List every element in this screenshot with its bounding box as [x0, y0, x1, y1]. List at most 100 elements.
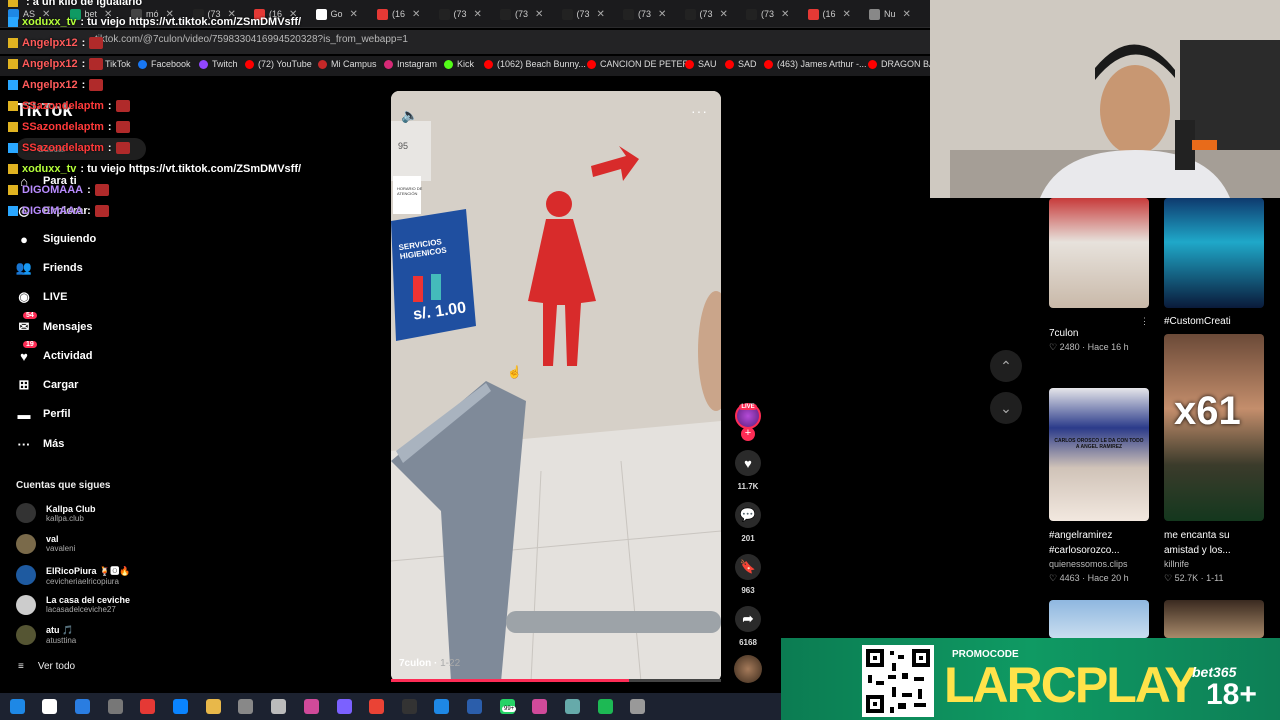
- bookmark-item[interactable]: Kick: [444, 59, 474, 69]
- sidebar-item-más[interactable]: ··· Más: [15, 435, 65, 453]
- bookmark-item[interactable]: Twitch: [199, 59, 238, 69]
- upload-icon: ⊞: [18, 377, 30, 392]
- feed-caption-1[interactable]: 7culon: [1049, 328, 1078, 339]
- next-video-button[interactable]: ⌄: [990, 392, 1022, 424]
- bookmark-item[interactable]: (1062) Beach Bunny...: [484, 59, 586, 69]
- taskbar-app-icon[interactable]: [238, 699, 253, 714]
- follow-plus-icon[interactable]: +: [741, 427, 755, 441]
- bookmark-label: SAU: [698, 59, 717, 69]
- browser-tab[interactable]: (73 ✕: [438, 4, 482, 24]
- sidebar-item-actividad[interactable]: ♥ 19 Actividad: [15, 341, 93, 365]
- tab-favicon-icon: [869, 8, 880, 20]
- previous-video-button[interactable]: ⌃: [990, 350, 1022, 382]
- volume-icon[interactable]: 🔈: [401, 107, 418, 124]
- comment-button[interactable]: 💬 201: [733, 502, 763, 543]
- close-tab-icon[interactable]: ✕: [658, 9, 666, 20]
- taskbar-app-icon[interactable]: [304, 699, 319, 714]
- sidebar-item-perfil[interactable]: ▬ Perfil: [15, 405, 71, 423]
- taskbar-app-icon[interactable]: [565, 699, 580, 714]
- feed-author-4[interactable]: killnife: [1164, 559, 1189, 569]
- taskbar-app-icon[interactable]: [75, 699, 90, 714]
- emote-icon: [89, 79, 104, 91]
- video-author[interactable]: 7culon · 1-22: [399, 658, 460, 669]
- taskbar-app-icon[interactable]: [337, 699, 352, 714]
- taskbar-app-icon[interactable]: [140, 699, 155, 714]
- sidebar-item-mensajes[interactable]: ✉ 54 Mensajes: [15, 312, 93, 336]
- bookmark-favicon-icon: [384, 59, 393, 69]
- taskbar-app-icon[interactable]: [467, 699, 482, 714]
- sound-disc[interactable]: [734, 655, 762, 683]
- following-account[interactable]: Kallpa Club kallpa.club: [16, 503, 96, 523]
- bookmark-item[interactable]: Instagram: [384, 59, 437, 69]
- feed-thumb-6[interactable]: [1164, 600, 1264, 638]
- bookmark-item[interactable]: Mi Campus: [318, 59, 377, 69]
- search-icon[interactable]: [42, 699, 57, 714]
- browser-tab[interactable]: (73 ✕: [561, 4, 605, 24]
- windows-start-icon[interactable]: [10, 699, 25, 714]
- browser-tab[interactable]: Nu ✕: [869, 4, 911, 24]
- feed-caption-2[interactable]: #CustomCreati: [1164, 316, 1231, 327]
- save-button[interactable]: 🔖 963: [733, 554, 763, 595]
- sidebar-item-cargar[interactable]: ⊞ Cargar: [15, 376, 79, 394]
- close-tab-icon[interactable]: ✕: [412, 9, 420, 20]
- feed-thumb-1[interactable]: [1049, 198, 1149, 308]
- taskbar-app-icon[interactable]: [630, 699, 645, 714]
- sidebar-item-live[interactable]: ◉ LIVE: [15, 288, 67, 306]
- taskbar-app-icon[interactable]: [206, 699, 221, 714]
- taskbar-app-icon[interactable]: [532, 699, 547, 714]
- taskbar-app-icon[interactable]: [369, 699, 384, 714]
- feed-thumb-3[interactable]: CARLOS OROSCO LE DA CON TODO A ANGEL RAM…: [1049, 388, 1149, 521]
- bookmark-item[interactable]: CANCION DE PETER: [587, 59, 689, 69]
- chat-username: SSazondelaptm: [22, 100, 104, 112]
- following-account[interactable]: ElRicoPiura 🍹🅾🔥 cevicheriaelricopiura: [16, 564, 130, 586]
- close-tab-icon[interactable]: ✕: [781, 9, 789, 20]
- following-account[interactable]: atu 🎵 atusttina: [16, 625, 76, 645]
- more-options-icon[interactable]: ···: [691, 103, 708, 119]
- close-tab-icon[interactable]: ✕: [474, 9, 482, 20]
- taskbar-app-icon[interactable]: [598, 699, 613, 714]
- browser-tab[interactable]: (73 ✕: [623, 4, 666, 24]
- browser-tab[interactable]: (16 ✕: [807, 4, 851, 24]
- feed-thumb-4[interactable]: x61: [1164, 334, 1264, 521]
- close-tab-icon[interactable]: ✕: [597, 9, 605, 20]
- bookmark-item[interactable]: (463) James Arthur -...: [764, 59, 867, 69]
- feed-thumb-2[interactable]: [1164, 198, 1264, 308]
- video-timestamp: 1-22: [440, 658, 461, 669]
- browser-tab[interactable]: (16 ✕: [377, 4, 420, 24]
- close-tab-icon[interactable]: ✕: [720, 9, 728, 20]
- taskbar-app-icon[interactable]: [173, 699, 188, 714]
- bookmark-item[interactable]: SAD: [725, 59, 757, 69]
- bookmark-item[interactable]: SAU: [685, 59, 717, 69]
- bookmark-item[interactable]: Facebook: [138, 59, 191, 69]
- browser-tab[interactable]: Go ✕: [315, 4, 358, 24]
- share-button[interactable]: ➦ 6168: [733, 606, 763, 647]
- bookmark-item[interactable]: DRAGON BAL: [868, 59, 930, 69]
- close-tab-icon[interactable]: ✕: [843, 9, 851, 20]
- sidebar-item-friends[interactable]: 👥 Friends: [15, 259, 83, 277]
- feed-more-icon-1[interactable]: ⋮: [1140, 316, 1149, 327]
- see-all-button[interactable]: ≡ Ver todo: [18, 661, 75, 672]
- close-tab-icon[interactable]: ✕: [535, 9, 543, 20]
- feed-caption-3[interactable]: #angelramirez #carlosorozco...: [1049, 528, 1139, 558]
- sidebar-item-siguiendo[interactable]: ● Siguiendo: [15, 230, 96, 248]
- taskbar-app-icon[interactable]: [108, 699, 123, 714]
- browser-tab[interactable]: (73 ✕: [500, 4, 543, 24]
- following-account[interactable]: val vavaleni: [16, 533, 75, 554]
- video-player[interactable]: 🔈 ··· 95 HORARIO DE ATENCIÓN SERVICIOS H…: [391, 91, 721, 682]
- close-tab-icon[interactable]: ✕: [350, 9, 358, 20]
- chat-badge-icon: [8, 59, 18, 69]
- bookmark-item[interactable]: (72) YouTube: [245, 59, 312, 69]
- taskbar-app-icon[interactable]: [434, 699, 449, 714]
- close-tab-icon[interactable]: ✕: [903, 9, 911, 20]
- browser-tab[interactable]: (73 ✕: [684, 4, 728, 24]
- like-button[interactable]: ♥ 11.7K: [733, 450, 763, 491]
- browser-tab[interactable]: (73 ✕: [746, 4, 789, 24]
- address-text[interactable]: tiktok.com/@7culon/video/759833041699452…: [95, 34, 408, 45]
- taskbar-app-icon[interactable]: [271, 699, 286, 714]
- feed-author-3[interactable]: quienessomos.clips: [1049, 559, 1128, 569]
- taskbar-app-icon[interactable]: [402, 699, 417, 714]
- avatar: [16, 625, 36, 645]
- feed-thumb-5[interactable]: [1049, 600, 1149, 638]
- following-account[interactable]: La casa del ceviche lacasadelceviche27: [16, 594, 130, 615]
- feed-caption-4[interactable]: me encanta su amistad y los...: [1164, 528, 1259, 558]
